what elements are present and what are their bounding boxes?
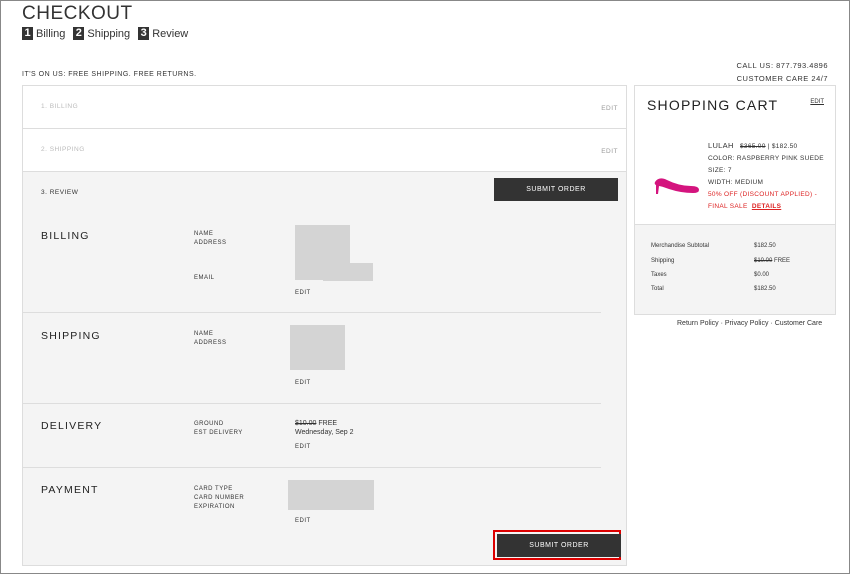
expiration-label: EXPIRATION	[194, 504, 235, 510]
taxes-value: $0.00	[754, 272, 770, 278]
billing-collapsed-row: 1. BILLING EDIT	[23, 86, 626, 129]
return-policy-link[interactable]: Return Policy	[677, 320, 719, 327]
checkout-steps: 1 Billing 2 Shipping 3 Review	[22, 27, 188, 40]
item-discount: 50% OFF (DISCOUNT APPLIED) -	[708, 191, 818, 198]
shipping-edit-link[interactable]: EDIT	[601, 148, 618, 155]
address-label: ADDRESS	[194, 340, 227, 346]
ground-label: GROUND	[194, 421, 224, 427]
shipping-free: FREE	[774, 258, 791, 264]
card-number-label: CARD NUMBER	[194, 495, 245, 501]
promo-banner: IT'S ON US: FREE SHIPPING. FREE RETURNS.	[22, 71, 197, 78]
old-shipping-price: $10.00	[295, 420, 317, 427]
submit-order-button-bottom[interactable]: SUBMIT ORDER	[497, 534, 621, 557]
privacy-policy-link[interactable]: Privacy Policy	[725, 320, 769, 327]
page-title: CHECKOUT	[22, 3, 133, 24]
payment-edit-link[interactable]: EDIT	[295, 518, 311, 524]
step-review[interactable]: 3 Review	[138, 27, 188, 40]
billing-title: BILLING	[41, 230, 90, 242]
item-price: $182.50	[771, 143, 798, 150]
item-width: WIDTH: MEDIUM	[708, 179, 764, 186]
item-brand[interactable]: LULAH	[708, 141, 734, 150]
shipping-step-label: 2. SHIPPING	[41, 146, 85, 153]
subtotal-value: $182.50	[754, 243, 776, 249]
customer-care-text: CUSTOMER CARE 24/7	[736, 74, 828, 83]
step-number: 2	[73, 27, 85, 40]
billing-edit-link-review[interactable]: EDIT	[295, 290, 311, 296]
free-text: FREE	[318, 420, 338, 427]
taxes-label: Taxes	[651, 272, 667, 278]
call-us-text: CALL US: 877.793.4896	[736, 61, 828, 70]
shipping-title: SHIPPING	[41, 330, 101, 342]
separator: ·	[720, 320, 723, 327]
item-size: SIZE: 7	[708, 167, 732, 174]
step-shipping[interactable]: 2 Shipping	[73, 27, 130, 40]
delivery-section: DELIVERY GROUND EST DELIVERY $10.00 FREE…	[23, 404, 601, 468]
cart-edit-link[interactable]: EDIT	[810, 99, 824, 105]
step-billing[interactable]: 1 Billing	[22, 27, 65, 40]
item-color: COLOR: RASPBERRY PINK SUEDE	[708, 155, 824, 162]
name-label: NAME	[194, 331, 214, 337]
shipping-edit-link-review[interactable]: EDIT	[295, 380, 311, 386]
shoe-image[interactable]	[653, 172, 701, 196]
cart-title: SHOPPING CART	[647, 97, 779, 113]
shipping-section: SHIPPING NAME ADDRESS EDIT	[23, 313, 601, 404]
billing-step-label: 1. BILLING	[41, 103, 79, 110]
item-old-price: $365.00	[740, 143, 766, 150]
delivery-date: Wednesday, Sep 2	[295, 429, 354, 436]
total-value: $182.50	[754, 286, 776, 292]
email-label: EMAIL	[194, 275, 215, 281]
details-link[interactable]: DETAILS	[752, 203, 781, 210]
step-number: 1	[22, 27, 33, 40]
step-label: Billing	[36, 27, 66, 40]
contact-info: CALL US: 877.793.4896 CUSTOMER CARE 24/7	[736, 59, 828, 85]
shipping-value: $10.00 FREE	[754, 258, 790, 264]
payment-section: PAYMENT CARD TYPE CARD NUMBER EXPIRATION…	[23, 468, 601, 538]
old-shipping-value: $10.00	[754, 258, 773, 264]
customer-care-link[interactable]: Customer Care	[775, 320, 822, 327]
cart-item: LULAH $365.00 | $182.50 COLOR: RASPBERRY…	[708, 140, 824, 213]
price-separator: |	[767, 143, 770, 150]
shipping-collapsed-row: 2. SHIPPING EDIT	[23, 129, 626, 172]
name-label: NAME	[194, 231, 214, 237]
review-step-label: 3. REVIEW	[41, 189, 79, 196]
submit-order-button-top[interactable]: SUBMIT ORDER	[494, 178, 618, 201]
payment-title: PAYMENT	[41, 484, 99, 496]
item-final-sale: FINAL SALE	[708, 203, 748, 210]
delivery-edit-link[interactable]: EDIT	[295, 444, 311, 450]
delivery-title: DELIVERY	[41, 420, 103, 432]
separator: ·	[770, 320, 773, 327]
delivery-price: $10.00 FREE	[295, 419, 337, 428]
step-label: Review	[152, 27, 189, 40]
checkout-panel: 1. BILLING EDIT 2. SHIPPING EDIT 3. REVI…	[22, 85, 627, 566]
review-header: 3. REVIEW SUBMIT ORDER	[23, 172, 626, 208]
redacted-payment-info	[288, 480, 374, 510]
est-delivery-label: EST DELIVERY	[194, 430, 243, 436]
cart-totals: Merchandise Subtotal $182.50 Shipping $1…	[635, 224, 835, 314]
shopping-cart: SHOPPING CART EDIT LULAH $365.00 | $182.…	[634, 85, 836, 315]
redacted-shipping-info	[290, 325, 345, 370]
redacted-email	[323, 263, 373, 281]
shipping-label: Shipping	[651, 258, 675, 264]
card-type-label: CARD TYPE	[194, 486, 233, 492]
step-number: 3	[138, 27, 150, 40]
billing-edit-link[interactable]: EDIT	[601, 105, 618, 112]
step-label: Shipping	[87, 27, 131, 40]
address-label: ADDRESS	[194, 240, 227, 246]
footer-links: Return Policy · Privacy Policy · Custome…	[677, 320, 822, 327]
billing-section: BILLING NAME ADDRESS EMAIL EDIT	[23, 208, 601, 313]
subtotal-label: Merchandise Subtotal	[651, 243, 710, 249]
total-label: Total	[651, 286, 664, 292]
